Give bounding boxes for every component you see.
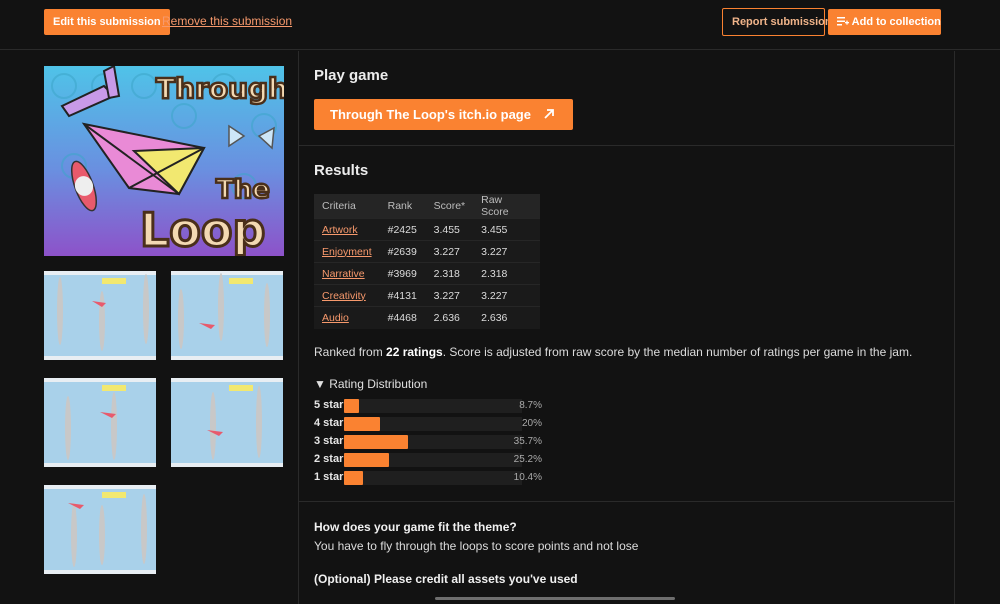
distribution-bar — [344, 399, 360, 413]
column-header-criteria: Criteria — [314, 194, 380, 219]
screenshot-thumbnail[interactable] — [44, 485, 156, 574]
raw-score-cell: 2.318 — [473, 262, 541, 285]
rank-cell: #3969 — [379, 262, 426, 285]
screenshot-thumbnail[interactable] — [171, 378, 283, 467]
raw-score-cell: 3.455 — [473, 218, 541, 241]
assets-question: (Optional) Please credit all assets you'… — [314, 572, 578, 586]
score-cell: 3.227 — [425, 240, 474, 263]
column-header-score: Score* — [425, 194, 474, 219]
distribution-bar — [344, 453, 389, 467]
results-header-row: Criteria Rank Score* Raw Score — [314, 194, 541, 219]
section-divider — [298, 501, 955, 502]
distribution-label: 5 star — [314, 399, 344, 411]
rank-cell: #2639 — [379, 240, 426, 263]
external-link-icon — [543, 99, 555, 130]
distribution-percent: 25.2% — [513, 454, 542, 465]
distribution-row: 5 star 8.7% — [314, 398, 554, 414]
table-row: Enjoyment #2639 3.227 3.227 — [314, 240, 541, 263]
table-row: Artwork #2425 3.455 3.455 — [314, 218, 541, 241]
score-cell: 2.318 — [425, 262, 474, 285]
distribution-track — [344, 471, 522, 485]
rank-cell: #2425 — [379, 218, 426, 241]
distribution-percent: 8.7% — [519, 400, 542, 411]
edit-submission-button[interactable]: Edit this submission — [44, 9, 170, 35]
screenshot-thumbnail[interactable] — [44, 378, 156, 467]
distribution-row: 3 star 35.7% — [314, 434, 554, 450]
cover-title-line3: Loop — [140, 203, 265, 256]
add-to-collection-label: Add to collection — [851, 16, 941, 28]
score-cell: 3.227 — [425, 284, 474, 307]
distribution-track — [344, 417, 522, 431]
distribution-track — [344, 399, 522, 413]
screenshot-thumbnail[interactable] — [44, 271, 156, 360]
criteria-link-artwork[interactable]: Artwork — [322, 224, 358, 236]
results-heading: Results — [314, 162, 369, 179]
cover-image[interactable]: Through The Loop — [44, 66, 284, 256]
distribution-percent: 35.7% — [513, 436, 542, 447]
rating-distribution-toggle[interactable]: ▼ Rating Distribution — [314, 377, 427, 391]
cover-title-line1: Through — [156, 72, 284, 105]
raw-score-cell: 3.227 — [473, 284, 541, 307]
distribution-bar — [344, 435, 408, 449]
table-row: Creativity #4131 3.227 3.227 — [314, 284, 541, 307]
distribution-row: 2 star 25.2% — [314, 452, 554, 468]
remove-submission-link[interactable]: Remove this submission — [162, 14, 292, 28]
distribution-label: 4 star — [314, 417, 344, 429]
theme-question: How does your game fit the theme? — [314, 520, 517, 534]
ranked-suffix: . Score is adjusted from raw score by th… — [442, 345, 913, 359]
column-header-rank: Rank — [379, 194, 426, 219]
results-table: Criteria Rank Score* Raw Score Artwork #… — [314, 194, 541, 329]
distribution-track — [344, 435, 522, 449]
itch-page-label: Through The Loop's itch.io page — [330, 107, 531, 122]
score-cell: 2.636 — [425, 306, 474, 329]
ratings-count: 22 ratings — [386, 345, 443, 359]
report-submission-button[interactable]: Report submission — [722, 8, 832, 36]
distribution-percent: 10.4% — [513, 472, 542, 483]
criteria-link-narrative[interactable]: Narrative — [322, 268, 365, 280]
add-to-collection-button[interactable]: Add to collection — [828, 9, 941, 35]
criteria-link-enjoyment[interactable]: Enjoyment — [322, 246, 372, 258]
rank-cell: #4468 — [379, 306, 426, 329]
table-row: Audio #4468 2.636 2.636 — [314, 306, 541, 329]
distribution-row: 4 star 20% — [314, 416, 554, 432]
criteria-link-audio[interactable]: Audio — [322, 312, 349, 324]
distribution-track — [344, 453, 522, 467]
score-cell: 3.455 — [425, 218, 474, 241]
ranked-explanation: Ranked from 22 ratings. Score is adjuste… — [314, 345, 912, 359]
play-game-heading: Play game — [314, 67, 389, 84]
raw-score-cell: 2.636 — [473, 306, 541, 329]
raw-score-cell: 3.227 — [473, 240, 541, 263]
column-header-raw-score: Raw Score — [473, 194, 541, 219]
distribution-percent: 20% — [521, 418, 542, 429]
criteria-link-creativity[interactable]: Creativity — [322, 290, 366, 302]
horizontal-scrollbar[interactable] — [435, 597, 675, 600]
distribution-label: 2 star — [314, 453, 344, 465]
top-bar: Edit this submission Remove this submiss… — [0, 0, 1000, 50]
itch-page-button[interactable]: Through The Loop's itch.io page — [314, 99, 573, 130]
rank-cell: #4131 — [379, 284, 426, 307]
screenshot-thumbnail[interactable] — [171, 271, 283, 360]
cover-title-line2: The — [216, 175, 270, 205]
distribution-row: 1 star 10.4% — [314, 470, 554, 486]
ranked-prefix: Ranked from — [314, 345, 387, 359]
distribution-label: 3 star — [314, 435, 344, 447]
add-list-icon — [837, 10, 849, 36]
theme-answer: You have to fly through the loops to sco… — [314, 539, 639, 553]
distribution-bar — [344, 417, 380, 431]
distribution-label: 1 star — [314, 471, 344, 483]
distribution-bar — [344, 471, 363, 485]
section-divider — [298, 145, 955, 146]
table-row: Narrative #3969 2.318 2.318 — [314, 262, 541, 285]
